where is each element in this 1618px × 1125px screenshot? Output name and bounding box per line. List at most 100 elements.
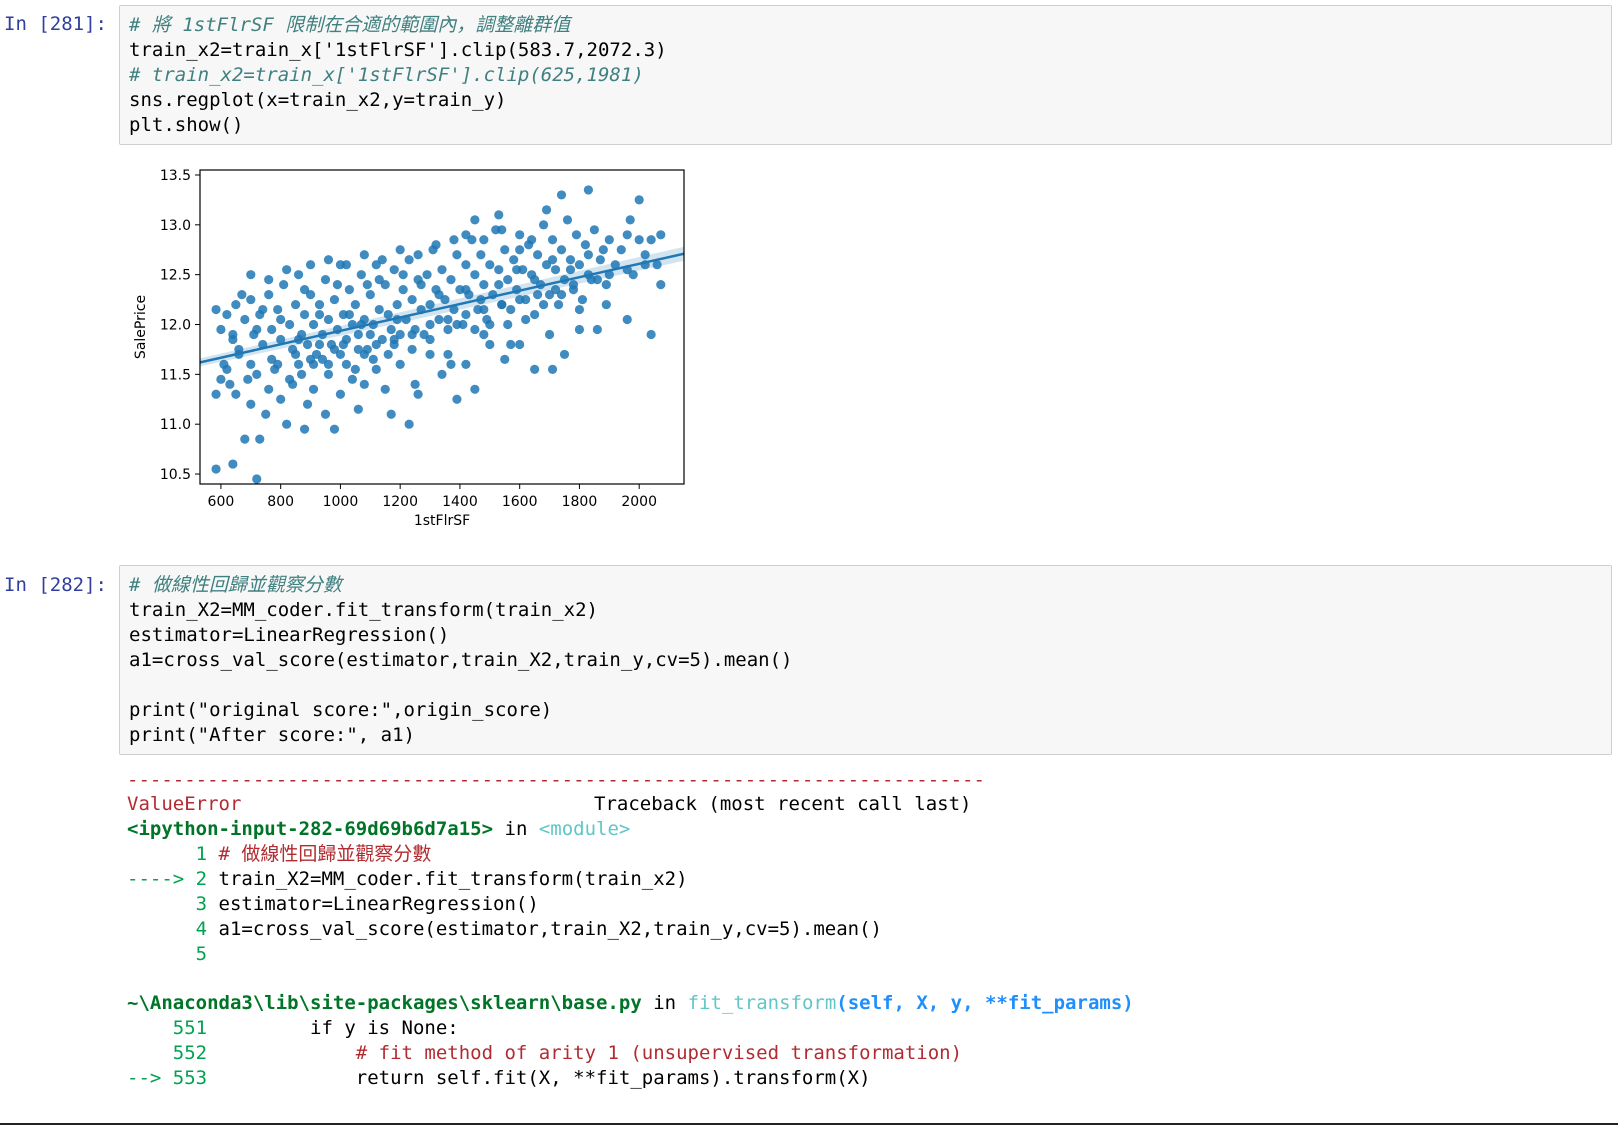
data-point xyxy=(565,265,576,275)
cell-281-prompt: In [281]: xyxy=(4,13,107,35)
data-point xyxy=(264,384,274,394)
data-point xyxy=(299,309,310,320)
traceback-frame2-line: 551 if y is None: xyxy=(127,1017,459,1039)
code-line: train_x2=train_x['1stFlrSF'].clip(583.7,… xyxy=(129,39,667,61)
data-point xyxy=(503,319,513,330)
data-point xyxy=(625,215,635,225)
x-tick-label: 2000 xyxy=(621,494,657,510)
data-point xyxy=(267,324,277,335)
data-point xyxy=(422,270,432,280)
data-point xyxy=(299,285,310,295)
data-point xyxy=(314,339,325,350)
cell-282-input[interactable]: # 做線性回歸並觀察分數 train_X2=MM_coder.fit_trans… xyxy=(119,565,1612,755)
data-point xyxy=(365,290,375,300)
data-point xyxy=(273,304,283,315)
data-point xyxy=(497,299,507,310)
data-point xyxy=(404,255,414,265)
data-point xyxy=(398,270,408,280)
data-point xyxy=(293,270,304,280)
data-point xyxy=(533,250,543,260)
y-tick-label: 11.0 xyxy=(160,417,191,433)
cell-281-input[interactable]: # 將 1stFlrSF 限制在合適的範圍內，調整離群值 train_x2=tr… xyxy=(119,5,1612,145)
data-point xyxy=(434,290,444,300)
data-point xyxy=(601,280,611,290)
traceback-error-name: ValueError xyxy=(127,793,242,815)
data-point xyxy=(305,260,316,270)
data-point xyxy=(240,434,250,444)
data-point xyxy=(362,344,372,355)
data-point xyxy=(291,299,301,310)
data-point xyxy=(616,245,626,255)
data-point xyxy=(515,230,525,240)
data-point xyxy=(258,304,268,315)
data-point xyxy=(553,299,564,310)
data-point xyxy=(452,394,462,404)
data-point xyxy=(479,304,489,315)
data-point xyxy=(299,424,310,434)
data-point xyxy=(386,409,396,419)
data-point xyxy=(556,290,567,300)
x-tick-label: 1600 xyxy=(502,494,538,510)
data-point xyxy=(255,434,265,444)
data-point xyxy=(503,275,513,285)
code-line: print("original score:",origin_score) xyxy=(129,699,553,721)
data-point xyxy=(410,379,420,389)
data-point xyxy=(377,255,387,265)
traceback-in-word: in xyxy=(504,818,528,840)
data-point xyxy=(225,379,235,389)
data-point xyxy=(494,265,504,275)
x-tick-label: 1000 xyxy=(323,494,359,510)
code-line: # train_x2=train_x['1stFlrSF'].clip(625,… xyxy=(129,64,644,86)
data-point xyxy=(228,329,238,340)
data-point xyxy=(634,195,644,205)
data-point xyxy=(282,419,292,429)
data-point xyxy=(308,359,319,369)
data-point xyxy=(332,280,343,290)
data-point xyxy=(574,304,585,315)
data-point xyxy=(302,339,313,350)
traceback-file-line: ~\Anaconda3\lib\site-packages\sklearn\ba… xyxy=(127,992,1134,1014)
data-point xyxy=(326,339,337,350)
data-point xyxy=(515,245,525,255)
data-point xyxy=(646,329,656,340)
cell-282-prompt: In [282]: xyxy=(4,574,107,596)
data-point xyxy=(211,389,221,399)
data-point xyxy=(285,319,295,330)
data-point xyxy=(386,324,396,335)
data-point xyxy=(461,260,471,270)
data-point xyxy=(550,265,561,275)
data-point xyxy=(443,324,453,335)
data-point xyxy=(276,314,286,325)
code-line: a1=cross_val_score(estimator,train_X2,tr… xyxy=(129,649,793,671)
data-point xyxy=(568,280,579,290)
data-point xyxy=(574,260,585,270)
data-point xyxy=(485,319,495,330)
data-point xyxy=(446,359,456,369)
data-point xyxy=(308,384,319,394)
data-point xyxy=(264,290,274,300)
data-point xyxy=(437,369,447,379)
traceback-frame1-line: ----> 2 train_X2=MM_coder.fit_transform(… xyxy=(127,868,688,890)
data-point xyxy=(589,225,599,235)
data-point xyxy=(252,474,262,484)
data-point xyxy=(341,359,351,369)
data-point xyxy=(500,245,510,255)
data-point xyxy=(320,275,331,285)
data-point xyxy=(547,235,558,245)
traceback-file-path: ~\Anaconda3\lib\site-packages\sklearn\ba… xyxy=(127,992,642,1014)
data-point xyxy=(565,255,576,265)
data-point xyxy=(323,369,334,379)
data-point xyxy=(264,275,274,285)
data-point xyxy=(407,344,417,355)
data-point xyxy=(371,339,381,350)
data-point xyxy=(592,324,602,335)
data-point xyxy=(335,389,346,399)
data-point xyxy=(485,260,495,270)
data-point xyxy=(434,314,444,325)
x-axis-label: 1stFlrSF xyxy=(414,513,470,529)
data-point xyxy=(437,265,447,275)
data-point xyxy=(374,304,384,315)
data-point xyxy=(470,324,480,335)
data-point xyxy=(640,250,650,260)
data-point xyxy=(279,280,289,290)
